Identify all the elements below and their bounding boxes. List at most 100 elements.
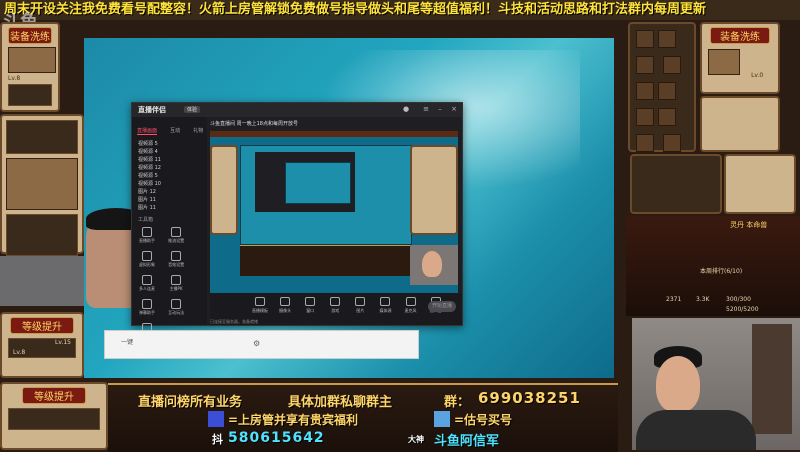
douyu-prefix: 大神: [408, 435, 424, 444]
tool-assistant[interactable]: 直播助手: [136, 226, 158, 246]
close-icon[interactable]: ×: [450, 105, 458, 113]
id-card-icon: [434, 411, 450, 427]
tab-gift[interactable]: 礼物: [193, 127, 203, 134]
source-item[interactable]: 视频源 10: [132, 180, 207, 188]
ranking-label: 本周排行(6/10): [700, 268, 743, 275]
info-line1-left: 直播问榜所有业务: [138, 395, 243, 410]
stat-c: 300/300: [726, 296, 751, 303]
left-game-panel-top: 装备洗练 Lv.8: [0, 22, 60, 112]
stat-a: 2371: [666, 296, 682, 303]
source-item[interactable]: 视频源 4: [132, 148, 207, 156]
tool-avatar[interactable]: 虚拟形象: [136, 250, 158, 270]
info-panel: 直播问榜所有业务 具体加群私聊群主 群： 699038251 =上房管并享有贵宾…: [108, 383, 618, 452]
streamer-body: [636, 410, 756, 450]
preview-info-panel: [240, 245, 410, 276]
levelup-row-1: Lv.8 Lv.15: [8, 338, 76, 358]
stream-preview[interactable]: [210, 131, 458, 293]
left-webcam-partial: [0, 256, 84, 306]
bottom-tools: 直播模板 摄像头 窗口 游戏 图片 媒体源 麦克风 扬声器: [210, 293, 462, 316]
game-icon[interactable]: 游戏: [325, 297, 345, 314]
preview-right-panel: [410, 145, 458, 235]
toolbox-header: 工具箱: [138, 217, 154, 223]
room-title[interactable]: 斗鱼直播间 周一晚上18点和每周开放号: [210, 120, 298, 127]
minimize-icon[interactable]: –: [436, 105, 444, 113]
right-event-panel: 灵丹 本命兽 本周排行(6/10) 2371 3.3K 300/300 5200…: [626, 216, 800, 316]
right-lv-label: Lv.0: [751, 72, 764, 79]
nested-preview-2: [285, 162, 351, 204]
app-status: 已连接至服务器，准备就绪: [210, 319, 258, 324]
tool-interactive[interactable]: 互动玩法: [165, 298, 187, 318]
gear-icon[interactable]: ⚙: [253, 339, 260, 348]
right-stats-panel: [700, 96, 780, 152]
left-slots: [8, 84, 52, 106]
image-icon[interactable]: 图片: [350, 297, 370, 314]
preview-webcam: [410, 245, 458, 285]
stat-d: 5200/5200: [726, 306, 759, 313]
info-line2-left: =上房管并享有贵宾福利: [228, 413, 359, 427]
camera-icon[interactable]: 摄像头: [275, 297, 295, 314]
left-panel-banner: 装备洗练: [8, 27, 52, 44]
avatar-icon[interactable]: ●: [402, 105, 410, 113]
mic-icon[interactable]: 麦克风: [401, 297, 421, 314]
preview-left-panel: [210, 145, 238, 235]
preview-marquee: [210, 131, 458, 137]
left-levelup-panel-2: 等级提升: [0, 382, 108, 450]
source-list: 视频源 5 视频源 4 视频源 11 视频源 12 视频源 5 视频源 10 图…: [132, 140, 207, 212]
source-item[interactable]: 视频源 5: [132, 172, 207, 180]
right-inventory-panel: [628, 22, 696, 178]
badge-icon: [208, 411, 224, 427]
left-equipment: [6, 214, 78, 256]
template-icon[interactable]: 直播模板: [250, 297, 270, 314]
media-icon[interactable]: 媒体源: [375, 297, 395, 314]
tab-scene[interactable]: 直播画面: [137, 127, 158, 135]
left-item-grid: [6, 120, 78, 154]
tool-sound[interactable]: 音效设置: [165, 250, 187, 270]
marquee-text: 周末开设关注我免费看号配整容！火箭上房管解锁免费做号指导做头和尾等超值福利！斗技…: [4, 2, 707, 17]
sidebar-tabs: 直播画面 互动 礼物: [132, 117, 207, 136]
marquee-banner: 周末开设关注我免费看号配整容！火箭上房管解锁免费做号指导做头和尾等超值福利！斗技…: [0, 0, 800, 20]
app-main-area: 斗鱼直播间 周一晚上18点和每周开放号: [210, 117, 460, 293]
info-line2-right: =估号买号: [454, 413, 513, 427]
tiktok-number: 580615642: [228, 430, 325, 446]
one-click-button[interactable]: 一键: [113, 337, 141, 346]
app-badge: 体验: [184, 106, 201, 113]
info-line1-mid: 具体加群私聊群主: [288, 395, 393, 410]
left-game-panel-mid: [0, 114, 84, 256]
levelup-banner-1: 等级提升: [10, 317, 74, 334]
app-sidebar: 直播画面 互动 礼物 视频源 5 视频源 4 视频源 11 视频源 12 视频源…: [132, 117, 207, 339]
source-item[interactable]: 图片 11: [132, 196, 207, 204]
right-attr-panel: [724, 154, 796, 214]
app-titlebar[interactable]: 直播伴侣 体验 ● ≡ – ×: [132, 103, 462, 117]
left-character-card: [6, 158, 78, 210]
webcam-bg-item: [752, 324, 792, 434]
tool-multi-mic[interactable]: 多人连麦: [136, 274, 158, 294]
stat-b: 3.3K: [696, 296, 710, 303]
tool-pk[interactable]: 主播PK: [165, 274, 187, 294]
tab-interact[interactable]: 互动: [170, 127, 180, 134]
browser-strip: 一键 ⚙: [104, 330, 419, 359]
right-equip-grid: [630, 154, 722, 214]
left-avatar: [8, 47, 56, 73]
douyu-name: 斗鱼阿信军: [434, 434, 500, 449]
left-lv-label: Lv.8: [8, 75, 21, 82]
source-item[interactable]: 视频源 12: [132, 164, 207, 172]
menu-icon[interactable]: ≡: [422, 105, 430, 113]
window-icon[interactable]: 窗口: [300, 297, 320, 314]
source-item[interactable]: 图片 11: [132, 204, 207, 212]
levelup-row-2: [8, 408, 100, 430]
tiktok-icon: 抖: [212, 433, 223, 446]
toolbox-grid: 直播助手 推流设置 虚拟形象 音效设置 多人连麦 主播PK 弹幕助手 互动玩法 …: [132, 224, 207, 344]
source-item[interactable]: 视频源 11: [132, 156, 207, 164]
group-label: 群：: [444, 395, 471, 410]
streaming-app-window[interactable]: 直播伴侣 体验 ● ≡ – × 直播画面 互动 礼物 视频源 5 视频源 4 视…: [131, 102, 463, 339]
source-item[interactable]: 视频源 5: [132, 140, 207, 148]
tool-stream-settings[interactable]: 推流设置: [165, 226, 187, 246]
streamer-webcam: [632, 318, 800, 450]
right-panel-banner: 装备洗练: [710, 27, 770, 44]
source-item[interactable]: 图片 12: [132, 188, 207, 196]
go-live-button[interactable]: 开始直播: [428, 301, 456, 312]
right-tag: 灵丹 本命兽: [730, 221, 768, 229]
tool-danmaku[interactable]: 弹幕助手: [136, 298, 158, 318]
right-avatar: [708, 49, 740, 75]
nested-preview-1: [240, 145, 412, 245]
